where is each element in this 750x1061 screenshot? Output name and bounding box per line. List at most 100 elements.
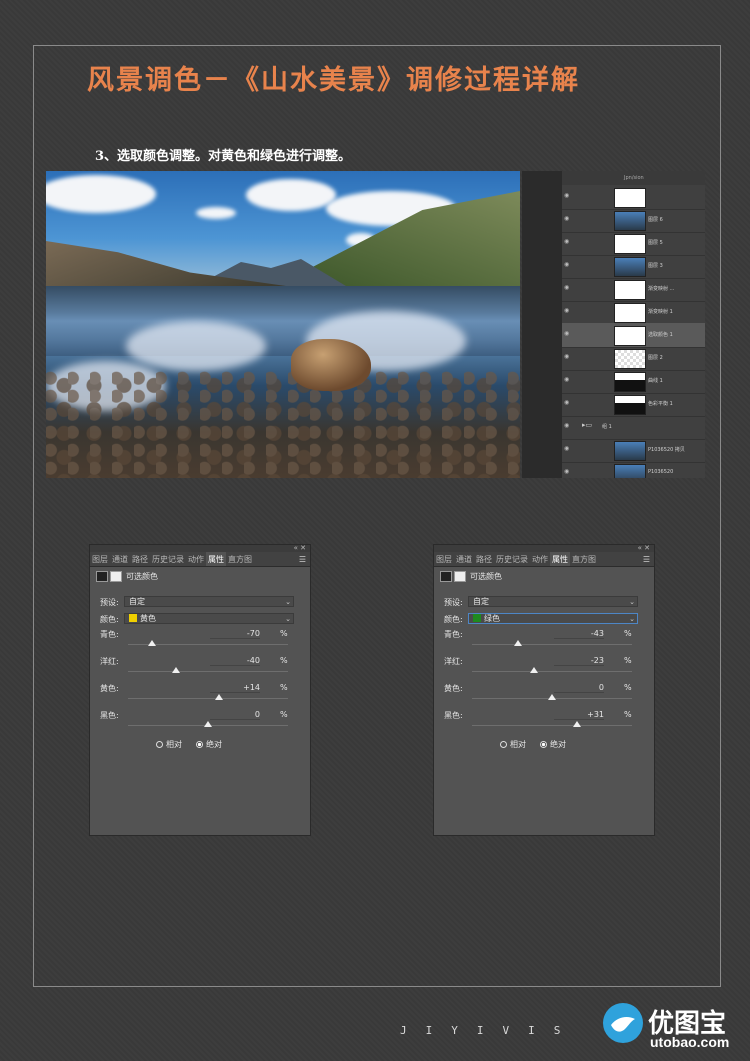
adjustment-title: 可选颜色 (96, 571, 158, 583)
layer-row[interactable]: ◉ 渐变映射 ... (562, 277, 705, 302)
layer-name: 图层 6 (648, 217, 663, 223)
panel-tab[interactable]: 图层 (90, 552, 110, 566)
eye-icon[interactable]: ◉ (564, 399, 570, 406)
radio-button[interactable] (156, 741, 163, 748)
eye-icon[interactable]: ◉ (564, 261, 570, 268)
cloud-shape (196, 207, 236, 219)
color-dropdown[interactable]: 绿色 ⌄ (468, 613, 638, 624)
panel-tab[interactable]: 直方图 (570, 552, 598, 566)
slider-value-input[interactable]: -40 (210, 656, 260, 666)
layer-name: 渐变映射 1 (648, 309, 673, 315)
slider-label: 青色: (100, 630, 119, 639)
eye-icon[interactable]: ◉ (564, 422, 570, 429)
layer-row[interactable]: ◉ 图层 2 (562, 346, 705, 371)
eye-icon[interactable]: ◉ (564, 353, 570, 360)
slider-track[interactable] (472, 725, 632, 726)
slider-label: 黄色: (444, 684, 463, 693)
panel-tab[interactable]: 直方图 (226, 552, 254, 566)
radio-relative[interactable]: 相对 (156, 739, 182, 750)
slider-value-input[interactable]: 0 (210, 710, 260, 720)
slider-value-input[interactable]: +31 (554, 710, 604, 720)
radio-absolute[interactable]: 绝对 (540, 739, 566, 750)
panel-menu-icon[interactable]: ☰ (643, 555, 650, 564)
layer-row[interactable]: ◉ 色彩平衡 1 (562, 392, 705, 417)
percent-sign: % (624, 683, 632, 692)
percent-sign: % (624, 710, 632, 719)
properties-panel-yellow: « ✕ 图层 通道 路径 历史记录 动作 属性 直方图 ☰ 可选颜色 预设: 自定 ⌄ 颜色: 黄色 ⌄ 青色:… (89, 544, 311, 836)
canvas-edge (522, 171, 562, 478)
layer-row[interactable]: ◉ (562, 185, 705, 210)
layer-row[interactable]: ◉ 图层 3 (562, 254, 705, 279)
layer-name: 曲线 1 (648, 378, 663, 384)
slider-thumb[interactable] (529, 667, 538, 673)
slider-thumb[interactable] (572, 721, 581, 727)
layer-row[interactable]: ◉ 曲线 1 (562, 369, 705, 394)
preset-dropdown[interactable]: 自定 ⌄ (468, 596, 638, 607)
foreground-rock (291, 339, 371, 391)
panel-menu-icon[interactable]: ☰ (299, 555, 306, 564)
panel-tab[interactable]: 图层 (434, 552, 454, 566)
panel-tab[interactable]: 属性 (550, 552, 570, 566)
slider-thumb[interactable] (548, 694, 556, 700)
layer-row[interactable]: ◉ 图层 6 (562, 208, 705, 233)
eye-icon[interactable]: ◉ (564, 215, 570, 222)
mask-icon[interactable] (110, 571, 122, 582)
panel-tab[interactable]: 动作 (530, 552, 550, 566)
eye-icon[interactable]: ◉ (564, 468, 570, 475)
radio-absolute[interactable]: 绝对 (196, 739, 222, 750)
panel-tab[interactable]: 历史记录 (150, 552, 186, 566)
panel-tab[interactable]: 路径 (130, 552, 150, 566)
preset-value: 自定 (129, 597, 145, 606)
eye-icon[interactable]: ◉ (564, 284, 570, 291)
slider-value-input[interactable]: 0 (554, 683, 604, 693)
slider-value-input[interactable]: +14 (210, 683, 260, 693)
eye-icon[interactable]: ◉ (564, 330, 570, 337)
layer-name: 渐变映射 ... (648, 286, 675, 292)
panel-tab[interactable]: 历史记录 (494, 552, 530, 566)
eye-icon[interactable]: ◉ (564, 376, 570, 383)
panel-tab[interactable]: 通道 (110, 552, 130, 566)
preset-dropdown[interactable]: 自定 ⌄ (124, 596, 294, 607)
properties-panel-green: « ✕ 图层 通道 路径 历史记录 动作 属性 直方图 ☰ 可选颜色 预设: 自定 ⌄ 颜色: 绿色 ⌄ 青色:… (433, 544, 655, 836)
radio-relative[interactable]: 相对 (500, 739, 526, 750)
radio-button[interactable] (196, 741, 203, 748)
radio-absolute-label: 绝对 (550, 740, 566, 749)
landscape-photo (46, 171, 520, 478)
slider-value-input[interactable]: -70 (210, 629, 260, 639)
slider-thumb[interactable] (204, 721, 212, 727)
panel-tab[interactable]: 动作 (186, 552, 206, 566)
slider-thumb[interactable] (513, 640, 522, 646)
color-dropdown[interactable]: 黄色 ⌄ (124, 613, 294, 624)
layer-row[interactable]: ◉ 渐变映射 1 (562, 300, 705, 325)
slider-track[interactable] (128, 671, 288, 672)
slider-track[interactable] (128, 698, 288, 699)
radio-button[interactable] (500, 741, 507, 748)
layer-row[interactable]: ◉ P1036520 (562, 461, 705, 478)
slider-track[interactable] (472, 671, 632, 672)
panel-tab[interactable]: 通道 (454, 552, 474, 566)
layer-row[interactable]: ◉ ▸▭ 组 1 (562, 415, 705, 440)
slider-thumb[interactable] (215, 694, 224, 700)
close-icon[interactable]: « ✕ (294, 544, 306, 552)
mask-icon[interactable] (454, 571, 466, 582)
eye-icon[interactable]: ◉ (564, 307, 570, 314)
slider-thumb[interactable] (148, 640, 156, 646)
layer-row[interactable]: ◉ P1036520 拷贝 (562, 438, 705, 463)
eye-icon[interactable]: ◉ (564, 192, 570, 199)
radio-button[interactable] (540, 741, 547, 748)
slider-value-input[interactable]: -23 (554, 656, 604, 666)
panel-tab[interactable]: 路径 (474, 552, 494, 566)
eye-icon[interactable]: ◉ (564, 445, 570, 452)
slider-thumb[interactable] (172, 667, 180, 673)
layers-header-label: Jpn/sion (624, 175, 644, 181)
color-value: 黄色 (140, 614, 156, 623)
layer-row[interactable]: ◉ 图层 5 (562, 231, 705, 256)
slider-value-input[interactable]: -43 (554, 629, 604, 639)
layer-row[interactable]: ◉ 选取颜色 1 (562, 323, 705, 348)
color-swatch (473, 614, 481, 622)
layer-thumbnail (614, 257, 646, 277)
close-icon[interactable]: « ✕ (638, 544, 650, 552)
slider-track[interactable] (472, 644, 632, 645)
eye-icon[interactable]: ◉ (564, 238, 570, 245)
panel-tab[interactable]: 属性 (206, 552, 226, 566)
